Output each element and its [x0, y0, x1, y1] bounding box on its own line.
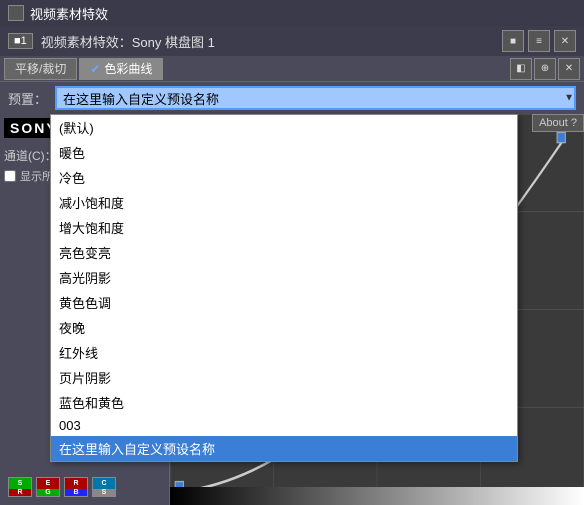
dropdown-item-3[interactable]: 减小饱和度 — [51, 190, 517, 215]
tab-pan-crop[interactable]: 平移/裁切 — [4, 58, 77, 80]
tab-close-btn[interactable]: ✕ — [558, 58, 580, 80]
header-icon-2[interactable]: ≡ — [528, 30, 550, 52]
preset-value: 在这里输入自定义预设名称 — [63, 89, 219, 108]
tab-icon-2[interactable]: ⊕ — [534, 58, 556, 80]
dropdown-item-8[interactable]: 夜晚 — [51, 315, 517, 340]
dropdown-item-0[interactable]: (默认) — [51, 115, 517, 140]
bottom-color-icons: S R E G R B C S — [8, 477, 116, 497]
dropdown-item-7[interactable]: 黄色色调 — [51, 290, 517, 315]
about-button[interactable]: About ? — [532, 114, 584, 132]
color-icon-1[interactable]: E G — [36, 477, 60, 497]
tab-right-icons: ◧ ⊕ ✕ — [510, 58, 580, 80]
dropdown-arrow-icon: ▼ — [564, 93, 574, 104]
header-title: 视频素材特效：Sony 棋盘图 1 — [41, 32, 215, 51]
main-panel: ■1 视频素材特效：Sony 棋盘图 1 ■ ≡ ✕ 平移/裁切 ✔ 色彩曲线 … — [0, 26, 584, 505]
tab-color-curve[interactable]: ✔ 色彩曲线 — [79, 58, 163, 80]
tab-pan-crop-label: 平移/裁切 — [15, 60, 66, 77]
tab-checkmark-icon: ✔ — [90, 62, 100, 76]
color-icon-3[interactable]: C S — [92, 477, 116, 497]
dropdown-item-5[interactable]: 亮色变亮 — [51, 240, 517, 265]
title-bar: 视频素材特效 — [0, 0, 584, 26]
gradient-bar — [170, 487, 584, 505]
dropdown-item-11[interactable]: 蓝色和黄色 — [51, 390, 517, 415]
header-close-btn[interactable]: ✕ — [554, 30, 576, 52]
channel-label: 通道(C)： — [4, 147, 57, 164]
dropdown-item-12[interactable]: 003 — [51, 415, 517, 436]
show-all-checkbox[interactable] — [4, 170, 16, 182]
header-icons: ■ ≡ ✕ — [502, 30, 576, 52]
tab-bar: 平移/裁切 ✔ 色彩曲线 ◧ ⊕ ✕ — [0, 56, 584, 82]
color-icon-0[interactable]: S R — [8, 477, 32, 497]
color-icon-2[interactable]: R B — [64, 477, 88, 497]
header-icon-1[interactable]: ■ — [502, 30, 524, 52]
dropdown-item-1[interactable]: 暖色 — [51, 140, 517, 165]
dropdown-item-2[interactable]: 冷色 — [51, 165, 517, 190]
dropdown-item-4[interactable]: 增大饱和度 — [51, 215, 517, 240]
tab-icon-1[interactable]: ◧ — [510, 58, 532, 80]
header-num: ■1 — [8, 33, 33, 49]
preset-label: 预置： — [8, 89, 47, 108]
dropdown-item-9[interactable]: 红外线 — [51, 340, 517, 365]
preset-row: 预置： 在这里输入自定义预设名称 ▼ (默认)暖色冷色减小饱和度增大饱和度亮色变… — [0, 82, 584, 114]
dropdown-item-13[interactable]: 在这里输入自定义预设名称 — [51, 436, 517, 461]
title-bar-icon — [8, 5, 24, 21]
header-row: ■1 视频素材特效：Sony 棋盘图 1 ■ ≡ ✕ — [0, 26, 584, 56]
dropdown-item-6[interactable]: 高光阴影 — [51, 265, 517, 290]
dropdown-item-10[interactable]: 页片阴影 — [51, 365, 517, 390]
tab-color-curve-label: 色彩曲线 — [104, 60, 152, 77]
preset-dropdown: (默认)暖色冷色减小饱和度增大饱和度亮色变亮高光阴影黄色色调夜晚红外线页片阴影蓝… — [50, 114, 518, 462]
preset-select-box[interactable]: 在这里输入自定义预设名称 ▼ — [55, 86, 576, 110]
preset-select-wrapper: 在这里输入自定义预设名称 ▼ — [55, 86, 576, 110]
title-bar-label: 视频素材特效 — [30, 4, 108, 23]
